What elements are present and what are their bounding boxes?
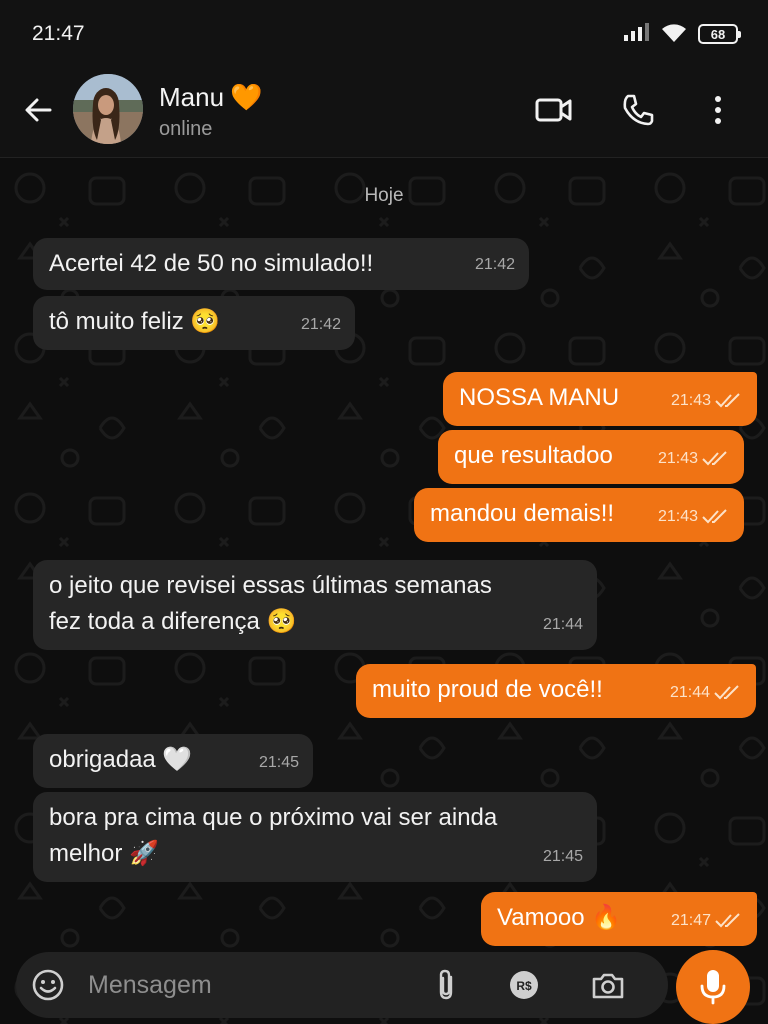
message-time: 21:45	[258, 754, 299, 771]
video-call-icon	[535, 98, 572, 122]
message-bubble-incoming[interactable]: o jeito que revisei essas últimas semana…	[33, 560, 597, 650]
orange-heart-icon: 🧡	[230, 82, 263, 112]
message-time: 21:43	[658, 441, 730, 477]
date-divider: Hoje	[364, 185, 404, 206]
camera-icon	[592, 973, 624, 999]
status-bar: 21:47 68	[0, 0, 768, 64]
message-bubble-incoming[interactable]: Acertei 42 de 50 no simulado!! 21:42	[33, 238, 529, 290]
message-text: muito proud de você!!	[372, 676, 603, 703]
battery-level: 68	[710, 26, 726, 42]
message-bubble-incoming[interactable]: bora pra cima que o próximo vai ser aind…	[33, 792, 597, 882]
message-time: 21:43	[671, 383, 743, 419]
mic-icon	[700, 970, 726, 1005]
voice-message-button[interactable]	[676, 950, 750, 1024]
message-time: 21:42	[300, 316, 341, 333]
double-check-icon	[702, 509, 727, 524]
chat-header: Manu 🧡 online	[0, 64, 768, 158]
message-bubble-outgoing[interactable]: Vamooo 🔥 21:47	[481, 892, 757, 946]
double-check-icon	[715, 913, 740, 928]
contact-status: online	[159, 118, 213, 140]
message-input[interactable]	[88, 968, 408, 1002]
message-text: que resultadoo	[454, 442, 613, 469]
svg-text:R$: R$	[516, 979, 532, 993]
wifi-icon	[660, 21, 688, 48]
message-time: 21:44	[542, 616, 583, 633]
message-text: bora pra cima que o próximo vai ser aind…	[49, 804, 498, 867]
message-bubble-outgoing[interactable]: mandou demais!! 21:43	[414, 488, 744, 542]
message-time: 21:45	[542, 848, 583, 865]
message-text: mandou demais!!	[430, 500, 615, 527]
contact-name-text: Manu	[159, 82, 225, 112]
double-check-icon	[715, 393, 740, 408]
message-bubble-outgoing[interactable]: que resultadoo 21:43	[438, 430, 744, 484]
phone-icon	[623, 94, 654, 126]
double-check-icon	[702, 451, 727, 466]
contact-name[interactable]: Manu 🧡	[159, 82, 262, 113]
message-time: 21:42	[474, 256, 515, 273]
message-bubble-outgoing[interactable]: NOSSA MANU 21:43	[443, 372, 757, 426]
message-bubble-outgoing[interactable]: muito proud de você!! 21:44	[356, 664, 756, 718]
message-bubble-incoming[interactable]: tô muito feliz 🥺 21:42	[33, 296, 355, 350]
attach-icon	[439, 969, 453, 1000]
double-check-icon	[714, 685, 739, 700]
message-text: Acertei 42 de 50 no simulado!!	[49, 250, 374, 277]
chat-area[interactable]: Hoje Acertei 42 de 50 no simulado!! 21:4…	[0, 158, 768, 1024]
more-vert-icon	[715, 96, 721, 124]
payment-icon: R$	[510, 971, 538, 999]
message-text: o jeito que revisei essas últimas semana…	[49, 572, 492, 635]
back-button[interactable]	[20, 92, 56, 128]
message-text: obrigadaa 🤍	[49, 746, 193, 773]
more-options-button[interactable]	[698, 90, 738, 130]
avatar[interactable]	[73, 74, 143, 144]
battery-icon: 68	[698, 24, 741, 44]
payment-button[interactable]: R$	[506, 967, 542, 1003]
message-text: tô muito feliz 🥺	[49, 308, 221, 335]
status-time: 21:47	[32, 22, 85, 45]
attach-button[interactable]	[428, 967, 464, 1003]
message-time: 21:43	[658, 499, 730, 535]
message-text: Vamooo 🔥	[497, 904, 622, 931]
video-call-button[interactable]	[534, 90, 574, 130]
signal-icon	[624, 22, 650, 46]
message-compose-bar: R$	[16, 952, 668, 1018]
message-text: NOSSA MANU	[459, 384, 620, 411]
camera-button[interactable]	[590, 967, 626, 1003]
emoji-button[interactable]	[30, 967, 66, 1003]
voice-call-button[interactable]	[618, 90, 658, 130]
message-bubble-incoming[interactable]: obrigadaa 🤍 21:45	[33, 734, 313, 788]
emoji-icon	[32, 969, 64, 1001]
back-arrow-icon	[25, 98, 52, 122]
status-icons: 68	[624, 21, 741, 48]
message-time: 21:47	[671, 903, 743, 939]
message-time: 21:44	[670, 675, 742, 711]
